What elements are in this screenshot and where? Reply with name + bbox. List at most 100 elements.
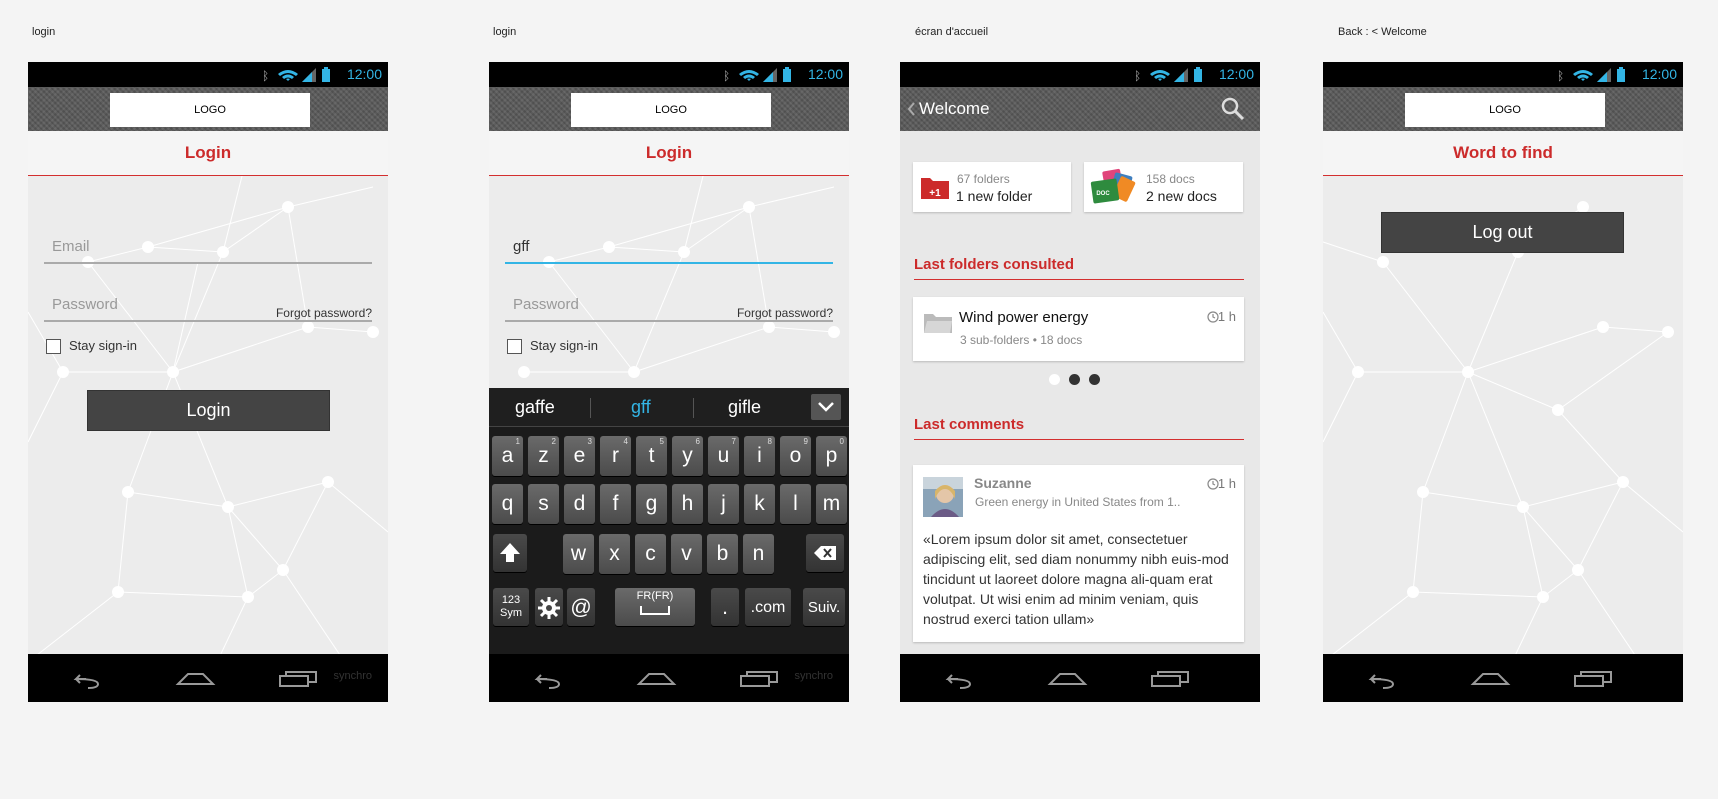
email-placeholder: Email: [52, 238, 90, 255]
page-title: Login: [28, 131, 388, 176]
email-field[interactable]: gff: [505, 232, 833, 264]
key-i[interactable]: i8: [744, 436, 775, 476]
key-n[interactable]: n: [743, 534, 774, 574]
gear-icon: [538, 597, 560, 619]
suggestion-1[interactable]: gaffe: [515, 397, 555, 418]
password-placeholder: Password: [52, 296, 118, 313]
back-icon: [73, 674, 100, 689]
nav-bar: [900, 654, 1260, 702]
docs-count: 158 docs: [1146, 172, 1195, 186]
key-number-hint: 1: [515, 437, 520, 446]
key-r[interactable]: r4: [600, 436, 631, 476]
pager-dot-2[interactable]: [1069, 374, 1080, 385]
search-icon[interactable]: [1220, 96, 1246, 122]
logo: LOGO: [110, 93, 310, 127]
status-time: 12:00: [346, 66, 382, 82]
folders-count: 67 folders: [957, 172, 1010, 186]
key-k[interactable]: k: [744, 484, 775, 524]
docs-summary-card[interactable]: DOC 158 docs 2 new docs: [1084, 162, 1243, 212]
key-u[interactable]: u7: [708, 436, 739, 476]
backspace-icon: [814, 546, 836, 560]
email-field[interactable]: Email: [44, 232, 372, 264]
stay-signin-label: Stay sign-in: [530, 338, 598, 353]
key-t[interactable]: t5: [636, 436, 667, 476]
folders-summary-card[interactable]: +1 67 folders 1 new folder: [913, 162, 1071, 212]
status-time: 12:00: [1218, 66, 1254, 82]
key-m[interactable]: m: [816, 484, 847, 524]
key-s[interactable]: s: [528, 484, 559, 524]
key-number-hint: 4: [623, 437, 628, 446]
backspace-key[interactable]: [806, 534, 844, 572]
key-number-hint: 2: [551, 437, 556, 446]
back-nav-button[interactable]: Welcome: [904, 97, 1004, 121]
key-e[interactable]: e3: [564, 436, 595, 476]
key-number-hint: 5: [659, 437, 664, 446]
key-x[interactable]: x: [599, 534, 630, 574]
dotcom-key[interactable]: .com: [745, 588, 791, 626]
comment-card[interactable]: Suzanne Green energy in United States fr…: [913, 465, 1244, 642]
key-g[interactable]: g: [636, 484, 667, 524]
chevron-down-icon: [818, 402, 834, 412]
svg-text:DOC: DOC: [1096, 191, 1110, 197]
phone-login: ᛒ 12:00 LOGO Login Email Password Forgot…: [28, 62, 388, 702]
key-j[interactable]: j: [708, 484, 739, 524]
key-z[interactable]: z2: [528, 436, 559, 476]
key-o[interactable]: o9: [780, 436, 811, 476]
email-value: gff: [513, 238, 530, 255]
key-number-hint: 0: [839, 437, 844, 446]
key-f[interactable]: f: [600, 484, 631, 524]
svg-text:ᛒ: ᛒ: [723, 69, 730, 83]
key-number-hint: 6: [695, 437, 700, 446]
key-a[interactable]: a1: [492, 436, 523, 476]
settings-key[interactable]: [535, 588, 563, 626]
forgot-password-link[interactable]: Forgot password?: [737, 306, 833, 320]
caption-login-2: login: [493, 26, 517, 38]
key-l[interactable]: l: [780, 484, 811, 524]
key-y[interactable]: y6: [672, 436, 703, 476]
comment-author: Suzanne: [974, 475, 1032, 491]
stay-signin-checkbox[interactable]: Stay sign-in: [46, 338, 137, 355]
suggestion-2[interactable]: gff: [631, 397, 651, 418]
forgot-password-link[interactable]: Forgot password?: [276, 306, 372, 320]
at-key[interactable]: @: [567, 588, 595, 626]
comment-text: «Lorem ipsum dolor sit amet, consectetue…: [923, 531, 1229, 627]
pager-dot-3[interactable]: [1089, 374, 1100, 385]
key-d[interactable]: d: [564, 484, 595, 524]
login-button[interactable]: Login: [87, 390, 330, 431]
suggestion-3[interactable]: gifle: [728, 397, 761, 418]
next-key[interactable]: Suiv.: [803, 588, 845, 626]
space-bar-icon: [640, 606, 670, 615]
shift-key[interactable]: [493, 534, 527, 572]
key-p[interactable]: p0: [816, 436, 847, 476]
key-c[interactable]: c: [635, 534, 666, 574]
pager-dot-1[interactable]: [1049, 374, 1060, 385]
space-key[interactable]: FR(FR): [615, 588, 695, 626]
logout-button[interactable]: Log out: [1381, 212, 1624, 253]
checkbox-box[interactable]: [46, 339, 61, 355]
symbols-key[interactable]: 123 Sym: [493, 588, 529, 626]
collapse-suggestions-button[interactable]: [811, 394, 841, 420]
key-h[interactable]: h: [672, 484, 703, 524]
svg-text:ᛒ: ᛒ: [262, 69, 269, 83]
stay-signin-checkbox[interactable]: Stay sign-in: [507, 338, 598, 355]
status-bar: ᛒ 12:00: [28, 62, 388, 87]
period-key[interactable]: .: [711, 588, 739, 626]
svg-text:ᛒ: ᛒ: [1134, 69, 1141, 83]
soft-keyboard: gaffe gff gifle a1z2e3r4t5y6u7i8o9p0 qsd…: [489, 388, 849, 654]
phone-welcome: ᛒ 12:00 Welcome +1 67 folders 1 new fold…: [900, 62, 1260, 702]
stay-signin-label: Stay sign-in: [69, 338, 137, 353]
comment-time: 1 h: [1217, 476, 1236, 491]
key-w[interactable]: w: [563, 534, 594, 574]
key-b[interactable]: b: [707, 534, 738, 574]
key-q[interactable]: q: [492, 484, 523, 524]
page-title: Login: [489, 131, 849, 176]
folder-name: Wind power energy: [959, 309, 1089, 326]
key-v[interactable]: v: [671, 534, 702, 574]
checkbox-box[interactable]: [507, 339, 522, 355]
status-time: 12:00: [1641, 66, 1677, 82]
folder-card[interactable]: Wind power energy 3 sub-folders • 18 doc…: [913, 297, 1244, 361]
suggestion-divider: [590, 398, 591, 418]
nav-icons: [945, 671, 1189, 689]
space-key-label: FR(FR): [636, 590, 674, 602]
folder-time: 1 h: [1217, 309, 1236, 324]
